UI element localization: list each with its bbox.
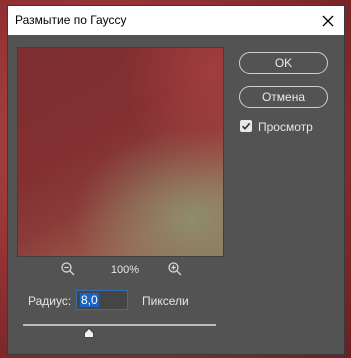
dialog-title: Размытие по Гауссу xyxy=(15,13,127,27)
close-button[interactable] xyxy=(314,6,342,35)
zoom-controls: 100% xyxy=(17,261,222,279)
zoom-out-icon[interactable] xyxy=(60,261,76,277)
radius-slider-thumb[interactable] xyxy=(83,328,94,338)
radius-value: 8,0 xyxy=(80,293,99,307)
zoom-level: 100% xyxy=(110,264,140,276)
preview-label[interactable]: Просмотр xyxy=(258,120,313,134)
radius-slider-track[interactable] xyxy=(23,324,216,326)
close-icon xyxy=(322,15,334,26)
preview-checkbox[interactable] xyxy=(240,120,252,132)
cancel-button[interactable]: Отмена xyxy=(239,86,328,108)
units-label: Пиксели xyxy=(142,294,189,308)
radius-input[interactable]: 8,0 xyxy=(76,290,128,310)
gaussian-blur-dialog: Размытие по Гауссу 100% Радиус: 8,0 Пикс… xyxy=(8,6,344,354)
title-bar: Размытие по Гауссу xyxy=(8,6,344,35)
radius-label: Радиус: xyxy=(28,294,72,308)
preview-area[interactable] xyxy=(17,47,224,257)
zoom-in-icon[interactable] xyxy=(167,261,183,277)
checkmark-icon xyxy=(241,122,251,130)
ok-button[interactable]: OK xyxy=(239,52,328,74)
